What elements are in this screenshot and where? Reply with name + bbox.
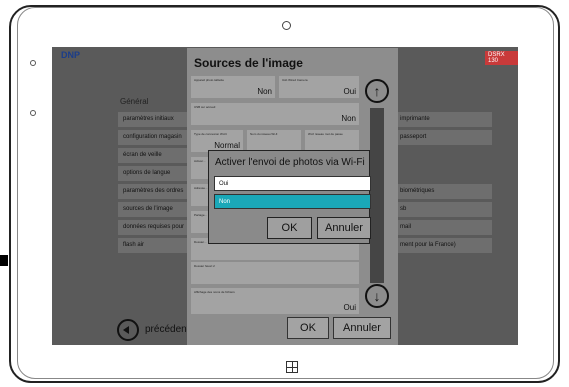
scrollbar[interactable] (370, 108, 384, 283)
model-badge: DSRX 130 (485, 51, 518, 65)
field-wifi-password[interactable]: Wi-fi réseau mot de passe (305, 130, 359, 152)
arrow-left-icon[interactable] (117, 319, 139, 341)
menu-item[interactable]: écran de veille (118, 148, 198, 163)
menu-item[interactable]: configuration magasin (118, 130, 198, 145)
camera-icon (282, 21, 291, 30)
option-non[interactable]: Non (214, 194, 371, 209)
panel-cancel-button[interactable]: Annuler (333, 317, 391, 339)
field-usb-home[interactable]: USB sur accueil Non (191, 103, 359, 125)
section-title: Général (120, 97, 149, 106)
menu-item-right[interactable]: mail (396, 220, 492, 235)
menu-item[interactable]: paramètres des ordres (118, 184, 198, 199)
panel-title: Sources de l'image (194, 56, 303, 70)
sensor-dot (30, 110, 36, 116)
menu-item[interactable]: flash air (118, 238, 198, 253)
arrow-down-icon[interactable]: ↓ (365, 284, 389, 308)
option-oui[interactable]: Oui (214, 176, 371, 191)
back-label[interactable]: précédent (145, 324, 189, 335)
field-folder-2[interactable]: Dossier favori 2 (191, 262, 359, 284)
field-filenames[interactable]: Affichage des noms de fichiers Oui (191, 288, 359, 314)
panel-ok-button[interactable]: OK (287, 317, 329, 339)
field-tablet-camera[interactable]: Appareil photo tablette Non (191, 76, 275, 98)
side-button (0, 255, 8, 266)
menu-item-right[interactable]: passeport (396, 130, 492, 145)
dialog-ok-button[interactable]: OK (267, 217, 312, 239)
arrow-up-icon[interactable]: ↑ (365, 79, 389, 103)
menu-item[interactable]: sources de l'image (118, 202, 198, 217)
menu-item[interactable]: données requises pour (118, 220, 198, 235)
sensor-dot (30, 60, 36, 66)
dialog-title: Activer l'envoi de photos via Wi-Fi (215, 157, 365, 168)
menu-item[interactable]: paramètres initiaux (118, 112, 198, 127)
menu-item-right[interactable]: ment pour la France) (396, 238, 492, 253)
field-wifi-name[interactable]: Nom du réseau Wi-fi (247, 130, 301, 152)
menu-item-right[interactable]: biométriques (396, 184, 492, 199)
dialog-cancel-button[interactable]: Annuler (317, 217, 371, 239)
field-wifi-type[interactable]: Type de connexion Wi-Fi Normal (191, 130, 243, 152)
field-usb-camera[interactable]: Usb Wired Camera Oui (279, 76, 359, 98)
menu-item-right[interactable]: imprimante (396, 112, 492, 127)
menu-item[interactable]: options de langue (118, 166, 198, 181)
wifi-upload-dialog: Activer l'envoi de photos via Wi-Fi Oui … (208, 150, 371, 244)
windows-home-icon[interactable] (286, 361, 298, 373)
menu-item-right[interactable]: sb (396, 202, 492, 217)
brand-logo: DNP (61, 50, 81, 60)
